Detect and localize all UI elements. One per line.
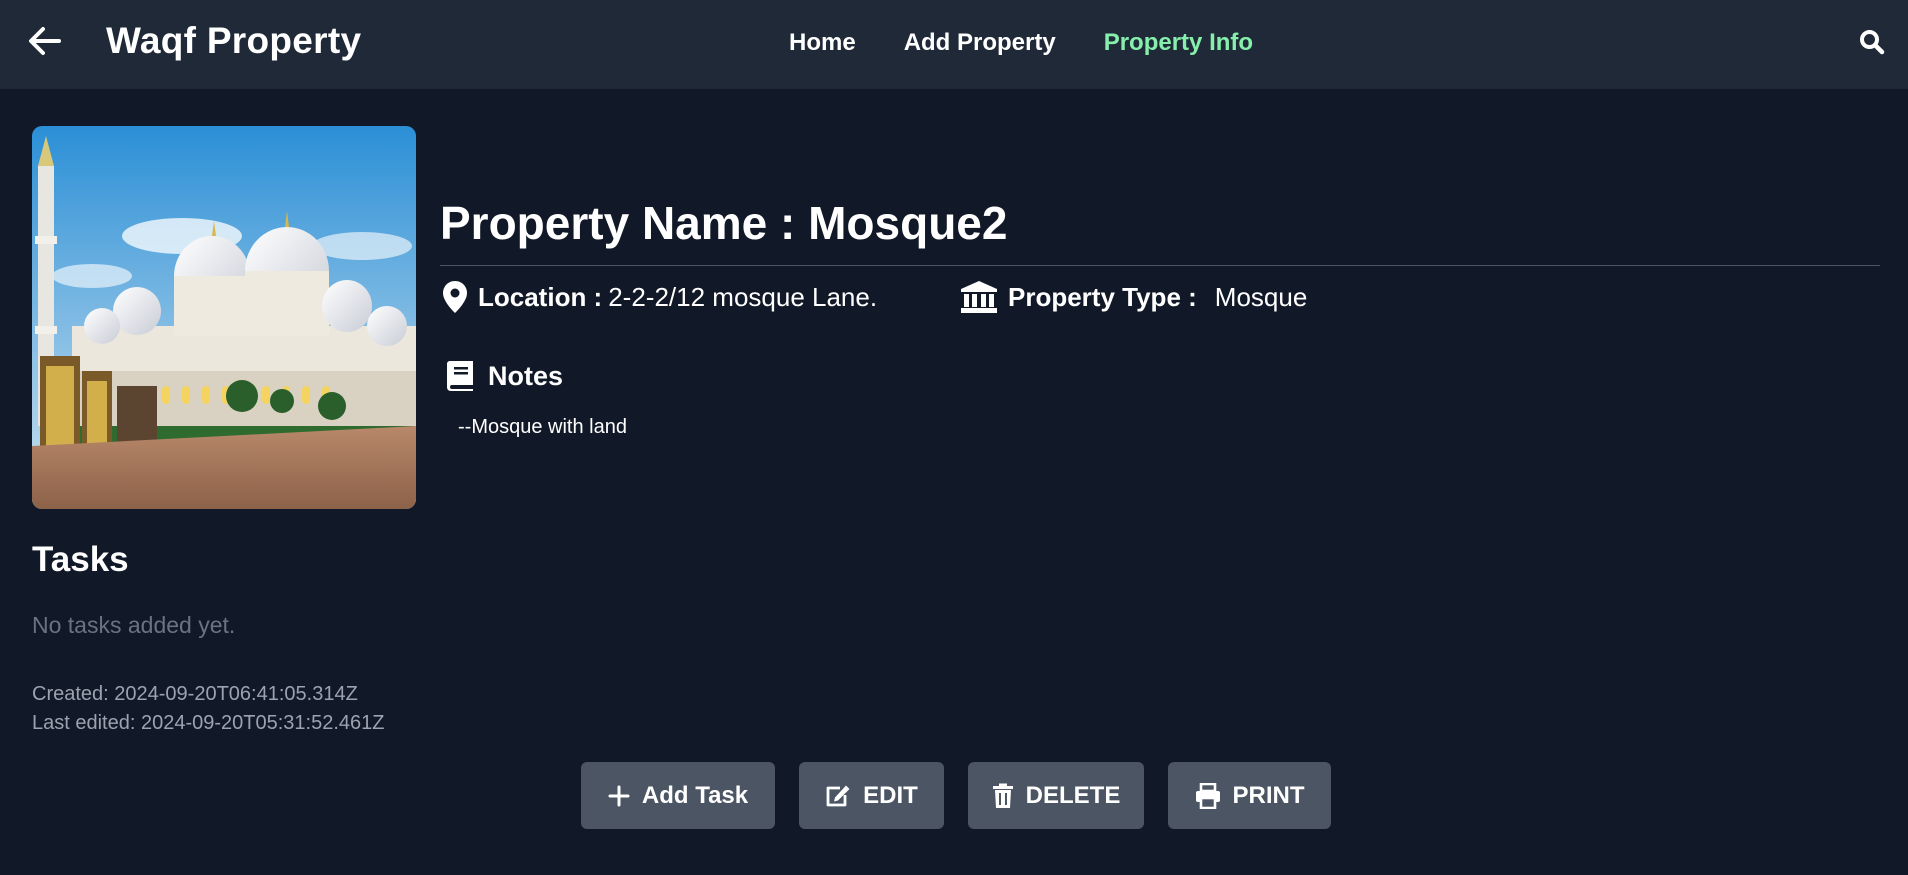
landmark-icon xyxy=(961,281,997,313)
nav-home[interactable]: Home xyxy=(789,29,856,57)
divider xyxy=(440,265,1880,266)
edit-button[interactable]: EDIT xyxy=(799,762,944,829)
property-type-row: Property Type : Mosque xyxy=(960,280,1307,314)
tasks-heading: Tasks xyxy=(32,540,129,579)
back-button[interactable] xyxy=(26,22,64,60)
property-type-value: Mosque xyxy=(1214,281,1308,312)
navbar: Waqf Property Home Add Property Property… xyxy=(0,0,1908,89)
last-edited-timestamp: Last edited: 2024-09-20T05:31:52.461Z xyxy=(32,712,385,734)
delete-label: DELETE xyxy=(1025,781,1121,809)
printer-icon xyxy=(1195,782,1220,809)
arrow-left-icon xyxy=(29,27,61,55)
book-icon xyxy=(447,361,473,391)
search-button[interactable] xyxy=(1856,26,1888,58)
tasks-empty-message: No tasks added yet. xyxy=(32,612,236,638)
plus-icon xyxy=(608,785,630,806)
notes-text: --Mosque with land xyxy=(458,416,627,438)
property-type-label: Property Type : xyxy=(1008,281,1197,312)
nav-property-info[interactable]: Property Info xyxy=(1104,29,1253,57)
print-button[interactable]: PRINT xyxy=(1168,762,1331,829)
trash-icon xyxy=(992,783,1013,808)
main-nav: Home Add Property Property Info xyxy=(789,29,1253,57)
edit-icon xyxy=(826,785,850,806)
delete-button[interactable]: DELETE xyxy=(968,762,1144,829)
property-image xyxy=(32,126,416,509)
notes-label: Notes xyxy=(488,360,564,391)
notes-header: Notes xyxy=(446,360,563,392)
search-icon xyxy=(1860,30,1885,55)
app-title: Waqf Property xyxy=(106,20,362,61)
location-label: Location : xyxy=(478,281,603,312)
property-name-heading: Property Name : Mosque2 xyxy=(440,197,1008,249)
map-pin-icon xyxy=(443,281,467,313)
print-label: PRINT xyxy=(1232,781,1305,809)
edit-label: EDIT xyxy=(863,781,918,809)
nav-add-property[interactable]: Add Property xyxy=(904,29,1056,57)
location-value: 2-2-2/12 mosque Lane. xyxy=(608,281,878,312)
add-task-label: Add Task xyxy=(641,781,749,809)
created-timestamp: Created: 2024-09-20T06:41:05.314Z xyxy=(32,683,358,705)
location-row: Location : 2-2-2/12 mosque Lane. xyxy=(442,280,877,314)
add-task-button[interactable]: Add Task xyxy=(581,762,775,829)
